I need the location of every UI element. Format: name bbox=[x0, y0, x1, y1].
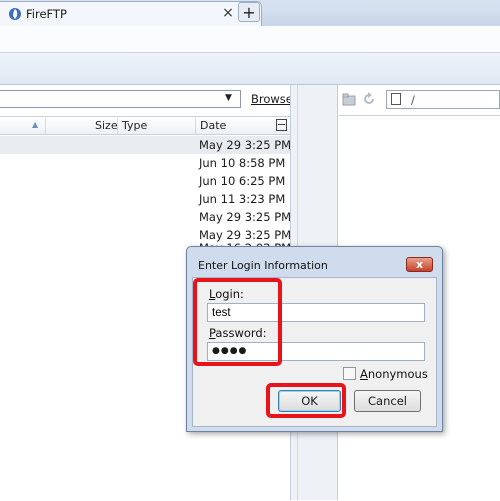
close-icon: x bbox=[415, 258, 424, 271]
navigation-bar bbox=[0, 26, 500, 53]
column-header-type[interactable]: Type bbox=[122, 119, 147, 132]
column-separator[interactable] bbox=[117, 118, 118, 134]
date-cell: Jun 10 6:25 PM bbox=[199, 174, 286, 188]
new-tab-button[interactable]: + bbox=[238, 2, 260, 22]
sort-ascending-icon[interactable]: ▲ bbox=[32, 120, 38, 129]
home-folder-icon[interactable] bbox=[342, 92, 356, 106]
local-path-combo[interactable]: ▼ bbox=[0, 90, 241, 108]
browse-button[interactable]: Browse bbox=[251, 92, 293, 106]
document-icon bbox=[391, 93, 401, 105]
date-cell: May 29 3:25 PM bbox=[199, 138, 292, 152]
tab-title: FireFTP bbox=[26, 7, 67, 21]
date-cell: Jun 10 8:58 PM bbox=[199, 156, 286, 170]
remote-path-bar: / bbox=[338, 89, 500, 111]
anonymous-checkbox[interactable] bbox=[343, 367, 356, 380]
anonymous-label: Anonymous bbox=[360, 367, 428, 381]
dialog-title: Enter Login Information bbox=[198, 259, 328, 272]
browse-label: Browse bbox=[251, 92, 293, 106]
local-path-bar: ▼ Browse bbox=[0, 89, 295, 111]
local-file-list-header: ▲ Size Type Date bbox=[0, 116, 290, 135]
credentials-highlight bbox=[193, 278, 282, 366]
date-cell: Jun 11 3:23 PM bbox=[199, 192, 286, 206]
tab-close-icon[interactable]: × bbox=[220, 5, 236, 21]
toolbar bbox=[0, 53, 500, 85]
table-row[interactable]: Jun 10 8:58 PM bbox=[0, 154, 290, 172]
column-picker-icon[interactable] bbox=[276, 119, 287, 131]
date-cell: May 29 3:25 PM bbox=[199, 210, 292, 224]
column-header-size[interactable]: Size bbox=[95, 119, 118, 132]
dropdown-arrow-icon[interactable]: ▼ bbox=[225, 93, 232, 103]
tab-strip: FireFTP × + bbox=[0, 0, 500, 27]
column-separator[interactable] bbox=[45, 118, 46, 134]
table-row[interactable]: Jun 10 6:25 PM bbox=[0, 172, 290, 190]
refresh-icon[interactable] bbox=[362, 92, 376, 106]
cancel-button[interactable]: Cancel bbox=[354, 390, 421, 412]
table-row[interactable]: May 29 3:25 PM bbox=[0, 208, 292, 226]
remote-path-text: / bbox=[411, 93, 415, 107]
column-header-date[interactable]: Date bbox=[200, 119, 226, 132]
table-row[interactable]: May 29 3:25 PM bbox=[0, 136, 292, 154]
remote-path-field[interactable]: / bbox=[386, 90, 500, 109]
column-separator[interactable] bbox=[195, 118, 196, 134]
tab-fireftp[interactable]: FireFTP × bbox=[0, 1, 262, 26]
fireftp-logo-icon bbox=[9, 8, 21, 20]
dialog-close-button[interactable]: x bbox=[406, 257, 433, 272]
table-row[interactable]: Jun 11 3:23 PM bbox=[0, 190, 290, 208]
ok-button-highlight bbox=[266, 383, 346, 418]
